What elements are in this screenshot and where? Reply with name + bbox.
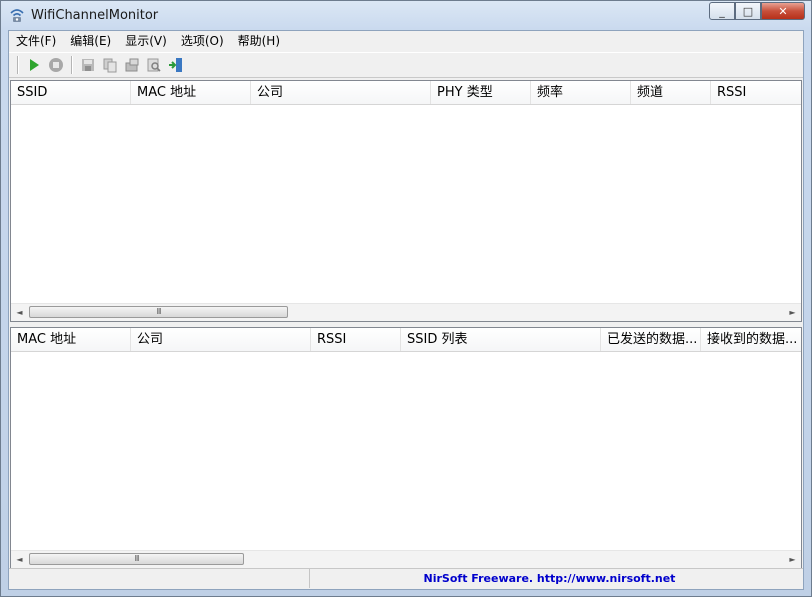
clients-header-row: MAC 地址 公司 RSSI SSID 列表 已发送的数据... 接收到的数据.… bbox=[11, 328, 801, 352]
window-title: WifiChannelMonitor bbox=[31, 8, 159, 23]
toolbar-separator bbox=[17, 56, 19, 74]
col-ssid[interactable]: SSID bbox=[11, 81, 131, 104]
maximize-icon: □ bbox=[742, 4, 754, 18]
scroll-thumb[interactable]: III bbox=[29, 306, 288, 318]
maximize-button[interactable]: □ bbox=[735, 2, 761, 20]
exit-button[interactable] bbox=[165, 54, 187, 76]
menu-help[interactable]: 帮助(H) bbox=[231, 31, 287, 51]
wifi-app-icon bbox=[9, 7, 25, 23]
col-received-data[interactable]: 接收到的数据... bbox=[701, 328, 801, 351]
col-mac-address[interactable]: MAC 地址 bbox=[11, 328, 131, 351]
nirsoft-link[interactable]: NirSoft Freeware. http://www.nirsoft.net bbox=[310, 569, 789, 589]
close-icon: ✕ bbox=[778, 4, 788, 18]
find-icon bbox=[147, 58, 161, 72]
start-icon bbox=[30, 59, 39, 71]
menu-file[interactable]: 文件(F) bbox=[9, 31, 63, 51]
col-rssi[interactable]: RSSI bbox=[311, 328, 401, 351]
save-button[interactable] bbox=[77, 54, 99, 76]
caption-buttons: _ □ ✕ bbox=[709, 2, 805, 20]
status-bar: NirSoft Freeware. http://www.nirsoft.net bbox=[9, 568, 803, 589]
clients-list[interactable]: MAC 地址 公司 RSSI SSID 列表 已发送的数据... 接收到的数据.… bbox=[10, 327, 802, 569]
minimize-icon: _ bbox=[719, 4, 725, 18]
col-mac-address[interactable]: MAC 地址 bbox=[131, 81, 251, 104]
client-area: 文件(F) 编辑(E) 显示(V) 选项(O) 帮助(H) SSID MAC 地… bbox=[8, 30, 804, 590]
find-button[interactable] bbox=[143, 54, 165, 76]
col-frequency[interactable]: 频率 bbox=[531, 81, 631, 104]
copy-icon bbox=[103, 58, 117, 73]
col-company[interactable]: 公司 bbox=[131, 328, 311, 351]
scroll-left-arrow-icon[interactable]: ◄ bbox=[11, 304, 28, 321]
col-phy-type[interactable]: PHY 类型 bbox=[431, 81, 531, 104]
col-company[interactable]: 公司 bbox=[251, 81, 431, 104]
toolbar bbox=[9, 52, 803, 78]
start-button[interactable] bbox=[23, 54, 45, 76]
col-ssid-list[interactable]: SSID 列表 bbox=[401, 328, 601, 351]
col-channel[interactable]: 频道 bbox=[631, 81, 711, 104]
menu-options[interactable]: 选项(O) bbox=[174, 31, 231, 51]
menu-view[interactable]: 显示(V) bbox=[118, 31, 174, 51]
menu-bar: 文件(F) 编辑(E) 显示(V) 选项(O) 帮助(H) bbox=[9, 31, 803, 51]
col-rssi[interactable]: RSSI bbox=[711, 81, 801, 104]
networks-list[interactable]: SSID MAC 地址 公司 PHY 类型 频率 频道 RSSI ◄ III ► bbox=[10, 80, 802, 322]
clients-horizontal-scrollbar[interactable]: ◄ III ► bbox=[11, 550, 801, 568]
menu-edit[interactable]: 编辑(E) bbox=[63, 31, 118, 51]
properties-icon bbox=[125, 58, 139, 72]
networks-horizontal-scrollbar[interactable]: ◄ III ► bbox=[11, 303, 801, 321]
toolbar-separator bbox=[71, 56, 73, 74]
thumb-grip-icon: III bbox=[156, 307, 161, 316]
scroll-right-arrow-icon[interactable]: ► bbox=[784, 304, 801, 321]
stop-button[interactable] bbox=[45, 54, 67, 76]
stop-icon bbox=[49, 58, 63, 72]
copy-button[interactable] bbox=[99, 54, 121, 76]
properties-button[interactable] bbox=[121, 54, 143, 76]
scroll-thumb[interactable]: III bbox=[29, 553, 244, 565]
thumb-grip-icon: III bbox=[134, 554, 139, 563]
col-sent-data[interactable]: 已发送的数据... bbox=[601, 328, 701, 351]
app-window: WifiChannelMonitor _ □ ✕ 文件(F) 编辑(E) 显示(… bbox=[0, 0, 812, 597]
networks-header-row: SSID MAC 地址 公司 PHY 类型 频率 频道 RSSI bbox=[11, 81, 801, 105]
minimize-button[interactable]: _ bbox=[709, 2, 735, 20]
exit-icon bbox=[169, 58, 182, 72]
close-button[interactable]: ✕ bbox=[761, 2, 805, 20]
save-icon bbox=[82, 59, 94, 71]
scroll-left-arrow-icon[interactable]: ◄ bbox=[11, 551, 28, 568]
scroll-right-arrow-icon[interactable]: ► bbox=[784, 551, 801, 568]
size-grip-icon[interactable] bbox=[789, 569, 803, 588]
title-bar[interactable]: WifiChannelMonitor _ □ ✕ bbox=[1, 1, 811, 31]
status-panel-empty bbox=[9, 569, 310, 588]
